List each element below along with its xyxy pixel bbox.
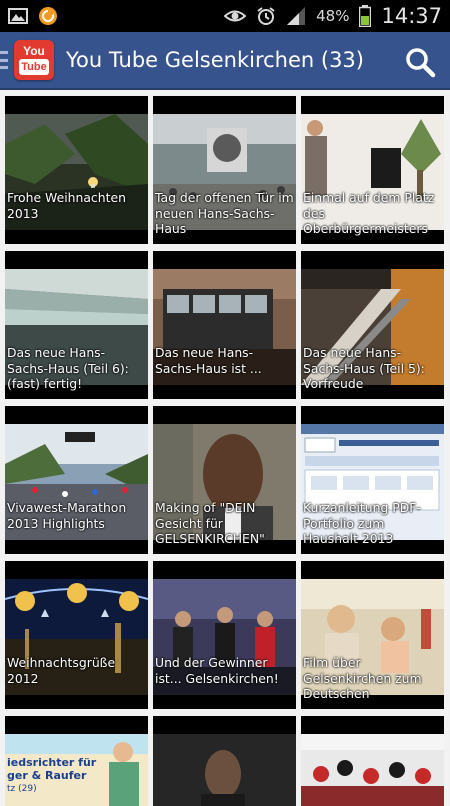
gallery-icon <box>8 8 28 24</box>
video-tile[interactable]: Kurzanleitung PDF-Portfolio zum Haushalt… <box>301 406 444 554</box>
video-tile[interactable] <box>301 716 444 806</box>
drawer-indicator-icon[interactable] <box>0 48 8 72</box>
video-title: Und der Gewinner ist... Gelsenkirchen! <box>155 655 279 686</box>
video-title: Weihnachtsgrüße 2012 <box>7 655 116 686</box>
video-thumbnail <box>153 734 296 806</box>
video-title: Das neue Hans-Sachs-Haus ist ... <box>155 345 262 376</box>
search-icon[interactable] <box>404 46 436 78</box>
video-title: Frohe Weihnachten 2013 <box>7 190 126 221</box>
alarm-icon <box>257 7 275 25</box>
logo-you-text: You <box>23 44 45 58</box>
clock: 14:37 <box>381 4 442 28</box>
video-tile[interactable]: Film über Gelsenkirchen zum Deutschen <box>301 561 444 709</box>
video-title: Tag der offenen Tür im neuen Hans-Sachs-… <box>155 190 294 236</box>
battery-percent: 48% <box>316 7 350 25</box>
video-tile[interactable] <box>153 716 296 806</box>
app-bar: You Tube You Tube Gelsenkirchen (33) <box>0 32 450 90</box>
video-tile[interactable]: Weihnachtsgrüße 2012 <box>5 561 148 709</box>
video-tile[interactable]: Vivawest-Marathon 2013 Highlights <box>5 406 148 554</box>
video-title: Film über Gelsenkirchen zum Deutschen <box>303 655 422 701</box>
video-tile[interactable]: Das neue Hans-Sachs-Haus ist ... <box>153 251 296 399</box>
battery-icon <box>359 5 372 27</box>
video-title: Kurzanleitung PDF-Portfolio zum Haushalt… <box>303 500 421 546</box>
video-tile[interactable]: Tag der offenen Tür im neuen Hans-Sachs-… <box>153 96 296 244</box>
video-title: Das neue Hans-Sachs-Haus (Teil 5): Vorfr… <box>303 345 425 391</box>
video-title: Das neue Hans-Sachs-Haus (Teil 6): (fast… <box>7 345 129 391</box>
signal-icon <box>287 7 306 25</box>
video-tile[interactable]: Das neue Hans-Sachs-Haus (Teil 6): (fast… <box>5 251 148 399</box>
video-tile[interactable]: Das neue Hans-Sachs-Haus (Teil 5): Vorfr… <box>301 251 444 399</box>
app-title: You Tube Gelsenkirchen (33) <box>66 48 364 72</box>
logo-tube-text: Tube <box>19 59 49 75</box>
video-tile[interactable]: Und der Gewinner ist... Gelsenkirchen! <box>153 561 296 709</box>
video-title: Making of "DEIN Gesicht für GELSENKIRCHE… <box>155 500 265 546</box>
video-title: Vivawest-Marathon 2013 Highlights <box>7 500 127 531</box>
video-tile[interactable]: Making of "DEIN Gesicht für GELSENKIRCHE… <box>153 406 296 554</box>
video-thumbnail <box>301 734 444 806</box>
sync-app-icon <box>39 7 57 25</box>
youtube-logo-icon[interactable]: You Tube <box>14 40 54 80</box>
thumbnail-overlay-small: tz (29) <box>7 784 37 794</box>
status-bar: 48% 14:37 <box>0 0 450 32</box>
video-tile[interactable]: Einmal auf dem Platz des Oberbürgermeist… <box>301 96 444 244</box>
video-title: Einmal auf dem Platz des Oberbürgermeist… <box>303 190 435 236</box>
video-tile[interactable]: iedsrichter für ger & Raufer tz (29) <box>5 716 148 806</box>
video-tile[interactable]: Frohe Weihnachten 2013 <box>5 96 148 244</box>
video-grid: Frohe Weihnachten 2013 Tag der offenen T… <box>5 96 445 806</box>
thumbnail-overlay-text: iedsrichter für ger & Raufer <box>7 756 97 782</box>
eye-icon <box>224 10 247 22</box>
